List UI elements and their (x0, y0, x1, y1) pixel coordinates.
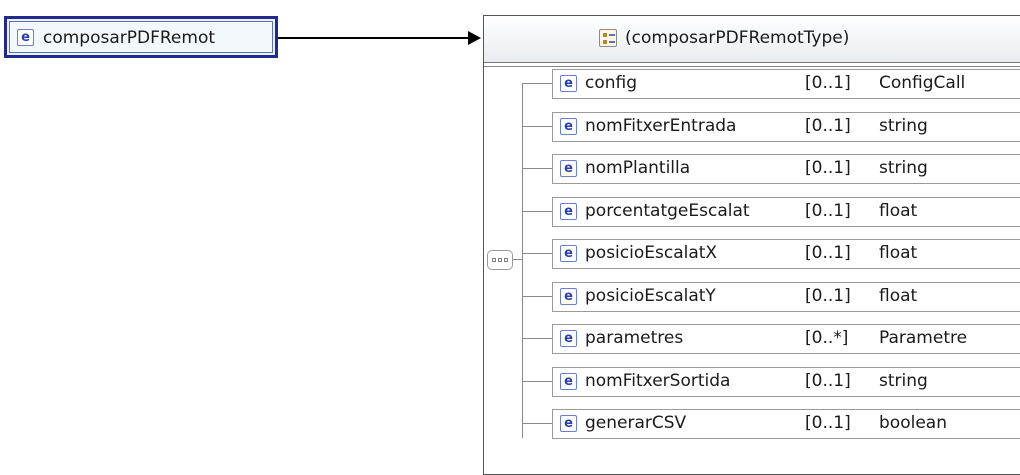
child-connector-line (522, 83, 552, 84)
complex-type-divider (484, 66, 1020, 67)
child-element-occurrence: [0..1] (805, 200, 851, 221)
type-connector-line (278, 37, 468, 39)
child-element-type: string (879, 370, 928, 391)
child-connector-line (522, 423, 552, 424)
child-element-type: boolean (879, 413, 947, 433)
child-element-row[interactable]: e generarCSV [0..1] boolean (522, 409, 1020, 439)
child-element-occurrence: [0..1] (805, 158, 851, 178)
child-element-name: porcentatgeEscalat (585, 200, 750, 221)
element-icon: e (560, 75, 577, 92)
child-element-occurrence: [0..1] (805, 285, 851, 306)
element-icon: e (560, 330, 577, 347)
child-element-occurrence: [0..1] (805, 370, 851, 391)
child-element-row[interactable]: e porcentatgeEscalat [0..1] float (522, 196, 1020, 227)
child-element-name: generarCSV (585, 413, 687, 433)
element-icon: e (560, 287, 577, 305)
child-connector-line (522, 380, 552, 382)
child-element-row[interactable]: e posicioEscalatY [0..1] float (522, 281, 1020, 312)
child-element-name: nomFitxerEntrada (585, 115, 737, 136)
child-element-occurrence: [0..1] (805, 243, 851, 263)
child-element-name: nomPlantilla (585, 158, 691, 178)
sequence-connector (513, 259, 522, 260)
element-icon: e (560, 160, 577, 177)
child-element-name: config (585, 73, 638, 93)
child-element-type: ConfigCall (879, 73, 966, 93)
child-connector-line (522, 168, 552, 169)
complex-type-name: (composarPDFRemotType) (625, 28, 850, 48)
child-element-row[interactable]: e posicioEscalatX [0..1] float (522, 239, 1020, 269)
child-element-occurrence: [0..1] (805, 73, 851, 93)
child-element-name: parametres (585, 328, 684, 348)
element-icon: e (560, 415, 577, 432)
child-element-row[interactable]: e nomFitxerSortida [0..1] string (522, 366, 1020, 397)
child-element-type: string (879, 115, 928, 136)
child-connector-line (522, 253, 552, 254)
child-element-row[interactable]: e nomFitxerEntrada [0..1] string (522, 111, 1020, 142)
child-element-row[interactable]: e nomPlantilla [0..1] string (522, 154, 1020, 184)
sequence-compositor-icon[interactable] (487, 250, 513, 270)
child-element-occurrence: [0..1] (805, 413, 851, 433)
element-icon: e (560, 245, 577, 262)
child-element-occurrence: [0..1] (805, 115, 851, 136)
element-icon: e (560, 117, 577, 135)
child-element-name: posicioEscalatY (585, 285, 716, 306)
child-connector-line (522, 338, 552, 339)
child-element-type: Parametre (879, 328, 968, 348)
element-icon: e (560, 372, 577, 390)
element-icon: e (560, 202, 577, 220)
child-element-type: float (879, 285, 918, 306)
child-element-type: float (879, 200, 918, 221)
complex-type-icon (599, 29, 617, 47)
child-element-name: posicioEscalatX (585, 243, 718, 263)
child-connector-line (522, 125, 552, 127)
type-connector-arrow-icon (468, 31, 481, 45)
root-element-node[interactable]: e composarPDFRemot (4, 16, 278, 58)
child-element-name: nomFitxerSortida (585, 370, 731, 391)
child-element-type: string (879, 158, 928, 178)
element-icon: e (17, 29, 34, 46)
complex-type-header: (composarPDFRemotType) (484, 16, 1020, 63)
root-element-label: composarPDFRemot (43, 28, 216, 48)
child-connector-line (522, 295, 552, 297)
child-element-row[interactable]: e config [0..1] ConfigCall (522, 69, 1020, 99)
child-element-row[interactable]: e parametres [0..*] Parametre (522, 324, 1020, 354)
child-connector-line (522, 210, 552, 212)
child-element-occurrence: [0..*] (805, 328, 849, 348)
child-element-type: float (879, 243, 918, 263)
